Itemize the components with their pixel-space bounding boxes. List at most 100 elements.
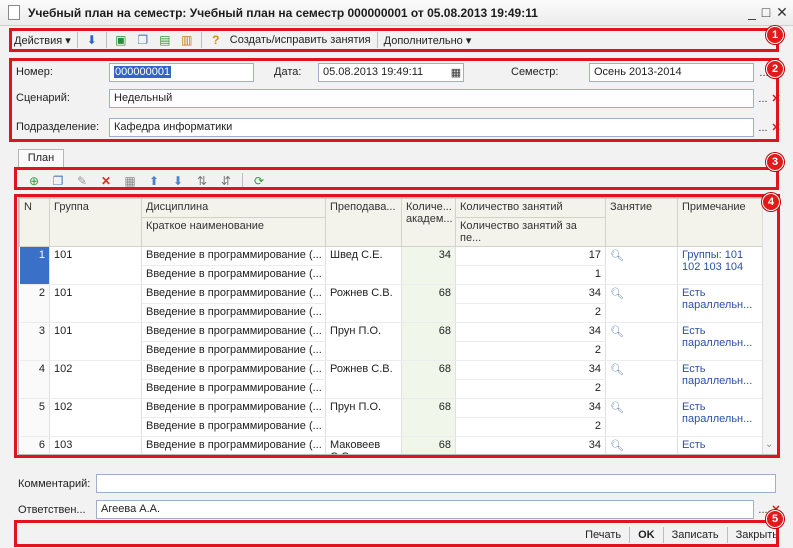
help-icon[interactable]: ? — [208, 32, 224, 48]
table-row[interactable]: 4 102 Введение в программирование (... Рожн… — [19, 360, 765, 399]
number-field[interactable]: 000000001 — [109, 63, 254, 82]
note-cell[interactable]: Есть параллельн... — [677, 284, 765, 323]
scenario-clear-icon[interactable]: ✕ — [768, 90, 784, 107]
comment-field[interactable] — [96, 474, 776, 493]
group-cell[interactable]: 101 — [49, 246, 142, 285]
refresh-icon[interactable]: ⟳ — [251, 173, 267, 189]
lesson-cell[interactable]: 🔍︎ — [605, 360, 678, 399]
count-per-cell[interactable]: 2 — [455, 341, 606, 361]
teacher-cell[interactable]: Прун П.О. — [325, 398, 402, 437]
group-cell[interactable]: 101 — [49, 284, 142, 323]
magnifier-icon[interactable]: 🔍︎ — [610, 364, 624, 376]
col-count-per[interactable]: Количество занятий за пе... — [455, 217, 606, 247]
print-button[interactable]: Печать — [585, 529, 621, 541]
count-cell[interactable]: 34 — [455, 360, 606, 380]
add-icon[interactable]: ⊕ — [26, 173, 42, 189]
date-field[interactable]: 05.08.2013 19:49:11 — [318, 63, 464, 82]
discipline-cell[interactable]: Введение в программирование (... — [141, 322, 326, 342]
refresh-doc-icon[interactable]: ▣ — [113, 32, 129, 48]
magnifier-icon[interactable]: 🔍︎ — [610, 440, 624, 452]
col-hours[interactable]: Количе... академ... — [401, 198, 456, 247]
tab-plan[interactable]: План — [18, 149, 64, 167]
teacher-cell[interactable]: Рожнев С.В. — [325, 284, 402, 323]
finish-edit-icon[interactable]: ▦ — [122, 173, 138, 189]
hours-cell[interactable]: 68 — [401, 360, 456, 399]
hours-cell[interactable]: 68 — [401, 322, 456, 361]
teacher-cell[interactable]: Швед С.Е. — [325, 246, 402, 285]
table-row[interactable]: 2 101 Введение в программирование (... Рожн… — [19, 284, 765, 323]
col-teacher[interactable]: Преподава... — [325, 198, 402, 247]
hours-cell[interactable]: 68 — [401, 436, 456, 454]
discipline-cell[interactable]: Введение в программирование (... — [141, 436, 326, 454]
teacher-cell[interactable]: Рожнев С.В. — [325, 360, 402, 399]
discipline-cell[interactable]: Введение в программирование (... — [141, 398, 326, 418]
copy-doc-icon[interactable]: ❐ — [135, 32, 151, 48]
count-cell[interactable]: 34 — [455, 284, 606, 304]
teacher-cell[interactable]: Маковеев С.С. — [325, 436, 402, 454]
magnifier-icon[interactable]: 🔍︎ — [610, 288, 624, 300]
actions-menu[interactable]: Действия ▾ — [14, 34, 71, 47]
sort-desc-icon[interactable]: ⇵ — [218, 173, 234, 189]
sort-asc-icon[interactable]: ⇅ — [194, 173, 210, 189]
lesson-cell[interactable]: 🔍︎ — [605, 322, 678, 361]
discipline-cell[interactable]: Введение в программирование (... — [141, 284, 326, 304]
note-cell[interactable]: Есть параллельн... — [677, 322, 765, 361]
short-name-cell[interactable]: Введение в программирование (... — [141, 379, 326, 399]
col-note[interactable]: Примечание — [677, 198, 765, 247]
short-name-cell[interactable]: Введение в программирование (... — [141, 417, 326, 437]
group-cell[interactable]: 103 — [49, 436, 142, 454]
teacher-cell[interactable]: Прун П.О. — [325, 322, 402, 361]
save-button[interactable]: Записать — [672, 529, 719, 541]
calendar-icon[interactable]: ▦ — [448, 64, 464, 81]
ok-button[interactable]: OK — [638, 529, 655, 541]
count-per-cell[interactable]: 1 — [455, 265, 606, 285]
maximize-icon[interactable]: □ — [758, 4, 774, 20]
lesson-cell[interactable]: 🔍︎ — [605, 246, 678, 285]
table-row[interactable]: 3 101 Введение в программирование (... Прун… — [19, 322, 765, 361]
group-cell[interactable]: 101 — [49, 322, 142, 361]
col-short-name[interactable]: Краткое наименование — [141, 217, 326, 247]
col-lesson[interactable]: Занятие — [605, 198, 678, 247]
note-cell[interactable]: Есть параллельн... — [677, 360, 765, 399]
group-cell[interactable]: 102 — [49, 398, 142, 437]
col-count[interactable]: Количество занятий — [455, 198, 606, 218]
col-group[interactable]: Группа — [49, 198, 142, 247]
lesson-cell[interactable]: 🔍︎ — [605, 398, 678, 437]
hours-cell[interactable]: 34 — [401, 246, 456, 285]
discipline-cell[interactable]: Введение в программирование (... — [141, 246, 326, 266]
col-n[interactable]: N — [19, 198, 50, 247]
close-icon[interactable]: ✕ — [774, 4, 790, 21]
division-field[interactable]: Кафедра информатики — [109, 118, 754, 137]
lesson-cell[interactable]: 🔍︎ — [605, 284, 678, 323]
magnifier-icon[interactable]: 🔍︎ — [610, 326, 624, 338]
short-name-cell[interactable]: Введение в программирование (... — [141, 265, 326, 285]
count-cell[interactable]: 34 — [455, 322, 606, 342]
vertical-scrollbar[interactable]: ⌄ — [762, 198, 777, 454]
table-row[interactable]: 5 102 Введение в программирование (... Прун… — [19, 398, 765, 437]
short-name-cell[interactable]: Введение в программирование (... — [141, 303, 326, 323]
move-up-icon[interactable]: ⬆ — [146, 173, 162, 189]
post-down-icon[interactable]: ⬇ — [84, 32, 100, 48]
magnifier-icon[interactable]: 🔍︎ — [610, 250, 624, 262]
magnifier-icon[interactable]: 🔍︎ — [610, 402, 624, 414]
col-discipline[interactable]: Дисциплина — [141, 198, 326, 218]
hours-cell[interactable]: 68 — [401, 284, 456, 323]
close-button[interactable]: Закрыть — [736, 529, 778, 541]
note-cell[interactable]: Группы: 101 102 103 104 — [677, 246, 765, 285]
structure-icon[interactable]: ▤ — [157, 32, 173, 48]
short-name-cell[interactable]: Введение в программирование (... — [141, 341, 326, 361]
group-cell[interactable]: 102 — [49, 360, 142, 399]
division-clear-icon[interactable]: ✕ — [768, 119, 784, 136]
count-cell[interactable]: 34 — [455, 398, 606, 418]
copy-icon[interactable]: ❐ — [50, 173, 66, 189]
scenario-field[interactable]: Недельный — [109, 89, 754, 108]
count-per-cell[interactable]: 2 — [455, 379, 606, 399]
semester-field[interactable]: Осень 2013-2014 — [589, 63, 754, 82]
count-per-cell[interactable]: 2 — [455, 417, 606, 437]
count-cell[interactable]: 34 — [455, 436, 606, 454]
count-cell[interactable]: 17 — [455, 246, 606, 266]
edit-icon[interactable]: ✎ — [74, 173, 90, 189]
lesson-cell[interactable]: 🔍︎ — [605, 436, 678, 454]
count-per-cell[interactable]: 2 — [455, 303, 606, 323]
more-menu[interactable]: Дополнительно ▾ — [384, 34, 472, 47]
